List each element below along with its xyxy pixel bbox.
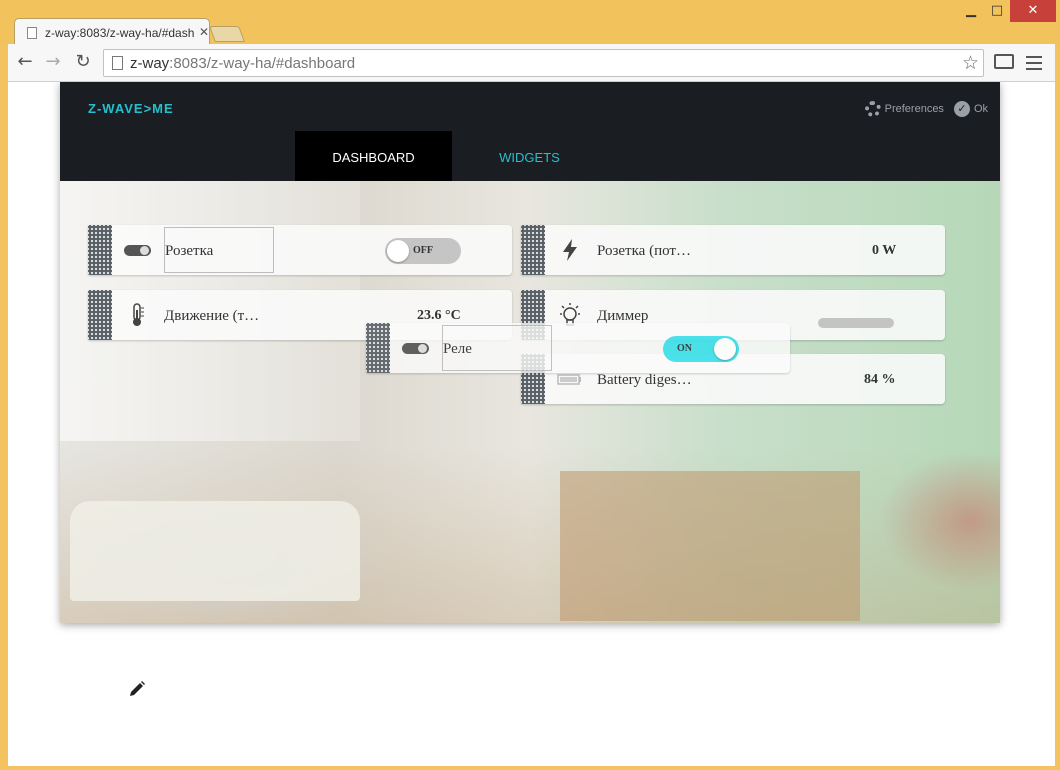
- zway-app: Z-WAVE>ME Preferences ✓ Ok DASHBOARD WID…: [60, 82, 1000, 623]
- widget-rele: Реле ON: [366, 323, 790, 373]
- url-text[interactable]: z-way:8083/z-way-ha/#dashboard: [130, 55, 355, 72]
- drag-handle[interactable]: [88, 290, 112, 340]
- preferences-link[interactable]: Preferences: [885, 103, 944, 115]
- address-bar[interactable]: z-way:8083/z-way-ha/#dashboard ☆: [103, 49, 984, 77]
- page-viewport: Z-WAVE>ME Preferences ✓ Ok DASHBOARD WID…: [8, 82, 1055, 766]
- window-titlebar: ▁ □ ✕ z-way:8083/z-way-ha/#dashboard ✕: [0, 0, 1060, 46]
- switch-state: OFF: [413, 245, 433, 256]
- toggle-icon: [124, 245, 151, 256]
- page-icon: [112, 56, 123, 70]
- close-window-button[interactable]: ✕: [1010, 0, 1056, 22]
- drag-handle[interactable]: [88, 225, 112, 275]
- widget-title: Движение (т…: [164, 308, 260, 324]
- power-value: 0 W: [872, 243, 897, 258]
- preferences-area[interactable]: Preferences ✓ Ok: [864, 99, 988, 119]
- cast-icon[interactable]: [994, 54, 1014, 69]
- back-arrow-icon[interactable]: ←: [12, 50, 38, 76]
- toggle-icon: [402, 343, 429, 354]
- rozetka-switch[interactable]: OFF: [385, 238, 461, 264]
- forward-arrow-icon[interactable]: →: [40, 50, 66, 76]
- thermometer-icon: [133, 303, 144, 326]
- browser-toolbar: ← → ↻ z-way:8083/z-way-ha/#dashboard ☆: [8, 44, 1055, 82]
- widget-title: Реле: [443, 341, 472, 357]
- page-icon: [27, 27, 37, 39]
- check-icon[interactable]: ✓: [953, 101, 970, 117]
- drag-handle[interactable]: [366, 323, 390, 373]
- browser-tab[interactable]: z-way:8083/z-way-ha/#dashboard ✕: [14, 18, 210, 46]
- reload-icon[interactable]: ↻: [70, 50, 96, 76]
- tab-dashboard[interactable]: DASHBOARD: [295, 131, 452, 181]
- ok-link[interactable]: Ok: [974, 103, 988, 115]
- new-tab-button[interactable]: [209, 26, 245, 42]
- tab-widgets[interactable]: WIDGETS: [452, 131, 607, 181]
- app-header: Z-WAVE>ME Preferences ✓ Ok DASHBOARD WID…: [60, 82, 1000, 181]
- lightning-icon: [563, 239, 577, 261]
- widget-title: Розетка: [165, 243, 214, 259]
- menu-icon[interactable]: [1026, 56, 1042, 74]
- dimmer-slider[interactable]: [818, 318, 894, 328]
- widget-rozetka: Розетка OFF: [88, 225, 512, 275]
- gear-icon[interactable]: [864, 101, 881, 117]
- widget-title: Розетка (пот…: [597, 243, 691, 259]
- tab-close-icon[interactable]: ✕: [199, 25, 209, 39]
- pencil-icon[interactable]: [128, 680, 146, 698]
- bookmark-star-icon[interactable]: ☆: [962, 52, 979, 74]
- zwave-logo: Z-WAVE>ME: [88, 101, 174, 116]
- widget-rozetka-power: Розетка (пот… 0 W: [521, 225, 945, 275]
- rele-switch[interactable]: ON: [663, 336, 739, 362]
- temperature-value: 23.6 °C: [417, 308, 461, 323]
- tab-title: z-way:8083/z-way-ha/#dashboard: [45, 26, 195, 40]
- battery-value: 84 %: [864, 372, 896, 387]
- drag-handle[interactable]: [521, 225, 545, 275]
- widget-title: Battery diges…: [597, 372, 692, 388]
- switch-state: ON: [677, 343, 692, 354]
- minimize-button[interactable]: ▁: [958, 0, 984, 22]
- maximize-button[interactable]: □: [984, 0, 1010, 22]
